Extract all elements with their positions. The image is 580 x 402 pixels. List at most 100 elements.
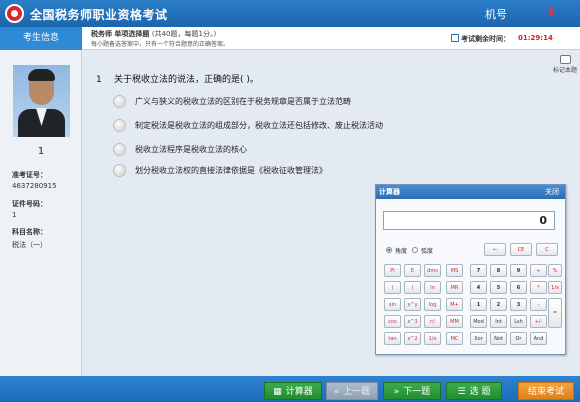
candidate-info-tab[interactable]: 考生信息	[0, 27, 82, 50]
question-type-note: (共40题，每题1分。)	[151, 30, 217, 38]
option-radio[interactable]	[113, 164, 126, 177]
key-and[interactable]: And	[530, 332, 547, 345]
timer-checkbox[interactable]	[451, 34, 459, 42]
key-cos[interactable]: cos	[384, 315, 401, 328]
key-reciprocal[interactable]: 1/x	[548, 281, 562, 294]
key-dms[interactable]: dms	[424, 264, 441, 277]
finish-exam-button[interactable]: 结束考试	[518, 382, 574, 400]
radian-radio[interactable]	[412, 247, 418, 253]
option-text: 税收立法程序是税收立法的核心	[135, 145, 247, 154]
subject-label: 科目名称：	[12, 228, 47, 236]
key-2[interactable]: 2	[490, 298, 507, 311]
next-question-button[interactable]: » 下一题	[383, 382, 441, 400]
key-inverse[interactable]: 1/x	[424, 332, 441, 345]
timer-label: 考试剩余时间：	[461, 35, 510, 43]
key-or[interactable]: Or	[510, 332, 527, 345]
question-stem: 1 关于税收立法的说法，正确的是( )。	[96, 72, 259, 85]
key-xpowy[interactable]: x^y	[404, 298, 421, 311]
top-bar: 全国税务师职业资格考试 机号 1	[0, 0, 580, 27]
key-sin[interactable]: sin	[384, 298, 401, 311]
key-tan[interactable]: tan	[384, 332, 401, 345]
option-radio[interactable]	[113, 95, 126, 108]
option-radio[interactable]	[113, 143, 126, 156]
exam-logo-icon	[5, 4, 24, 23]
key-pi[interactable]: PI	[384, 264, 401, 277]
key-rparen[interactable]: )	[404, 281, 421, 294]
answer-option[interactable]: 划分税收立法权的直接法律依据是《税收征收管理法》	[113, 163, 327, 178]
sub-header: 考生信息 税务师 单项选择题 (共40题，每题1分。) 每小题备选答案中，只有一…	[0, 27, 580, 74]
key-multiply[interactable]: *	[530, 281, 547, 294]
key-divide[interactable]: ÷	[530, 264, 547, 277]
candidate-number: 1	[37, 146, 45, 157]
radian-label: 弧度	[421, 248, 434, 255]
double-chevron-left-icon: «	[333, 387, 340, 397]
question-type-label: 税务师 单项选择题	[91, 30, 150, 38]
key-3[interactable]: 3	[510, 298, 527, 311]
question-number: 1	[96, 75, 102, 85]
key-mc[interactable]: MC	[446, 332, 463, 345]
calculator-display: 0	[383, 211, 555, 230]
id-value: 1	[12, 211, 17, 219]
key-xor[interactable]: Xor	[470, 332, 487, 345]
key-log[interactable]: log	[424, 298, 441, 311]
calculator-window[interactable]: 计算器 关闭 0 角度 弧度 ← CE C PI E dms MS 7 8 9 ÷…	[375, 184, 566, 355]
question-instruction: 每小题备选答案中，只有一个符合题意的正确答案。	[91, 41, 230, 48]
question-type: 税务师 单项选择题 (共40题，每题1分。)	[91, 29, 216, 39]
key-6[interactable]: 6	[510, 281, 527, 294]
key-e[interactable]: E	[404, 264, 421, 277]
key-percent[interactable]: %	[548, 264, 562, 277]
subject-value: 税法（一）	[12, 241, 47, 249]
key-factorial[interactable]: n!	[424, 315, 441, 328]
calculator-title-bar[interactable]: 计算器 关闭	[376, 185, 565, 199]
key-mplus[interactable]: M+	[446, 298, 463, 311]
key-int[interactable]: Int	[490, 315, 507, 328]
mark-question-checkbox[interactable]	[560, 55, 571, 64]
id-label: 证件号码：	[12, 200, 47, 208]
double-chevron-right-icon: »	[393, 387, 400, 397]
key-not[interactable]: Not	[490, 332, 507, 345]
mark-question-label: 标记本题	[553, 67, 578, 74]
key-lparen[interactable]: (	[384, 281, 401, 294]
key-4[interactable]: 4	[470, 281, 487, 294]
select-button-label: 选 题	[469, 387, 491, 397]
key-x2[interactable]: x^2	[404, 332, 421, 345]
key-mr[interactable]: MR	[446, 281, 463, 294]
option-radio[interactable]	[113, 119, 126, 132]
key-backspace[interactable]: ←	[484, 243, 506, 256]
key-ce[interactable]: CE	[510, 243, 532, 256]
option-text: 制定税法是税收立法的组成部分，税收立法还包括修改、废止税法活动	[135, 121, 383, 130]
key-7[interactable]: 7	[470, 264, 487, 277]
admission-value: 4637280915	[12, 182, 57, 190]
key-mod[interactable]: Mod	[470, 315, 487, 328]
select-question-button[interactable]: ☰ 选 题	[446, 382, 502, 400]
key-x3[interactable]: x^3	[404, 315, 421, 328]
key-lsh[interactable]: Lsh	[510, 315, 527, 328]
answer-option[interactable]: 税收立法程序是税收立法的核心	[113, 142, 247, 157]
key-9[interactable]: 9	[510, 264, 527, 277]
answer-option[interactable]: 制定税法是税收立法的组成部分，税收立法还包括修改、废止税法活动	[113, 118, 383, 133]
calculator-button[interactable]: ▦ 计算器	[264, 382, 322, 400]
photo-hair	[28, 69, 55, 81]
option-text: 划分税收立法权的直接法律依据是《税收征收管理法》	[135, 166, 327, 175]
key-8[interactable]: 8	[490, 264, 507, 277]
prev-question-button[interactable]: «上一题	[326, 382, 378, 400]
app-title: 全国税务师职业资格考试	[30, 8, 168, 22]
candidate-panel: 1 准考证号： 4637280915 证件号码： 1 科目名称： 税法（一）	[0, 50, 82, 376]
key-mm[interactable]: MM	[446, 315, 463, 328]
key-ln[interactable]: ln	[424, 281, 441, 294]
key-minus[interactable]: -	[530, 298, 547, 311]
key-5[interactable]: 5	[490, 281, 507, 294]
seat-label: 机号	[485, 8, 507, 21]
calculator-close-button[interactable]: 关闭	[545, 185, 559, 199]
prev-button-label: 上一题	[343, 387, 371, 397]
key-1[interactable]: 1	[470, 298, 487, 311]
calculator-button-label: 计算器	[285, 387, 313, 397]
key-equals[interactable]: =	[548, 298, 562, 328]
key-plusminus[interactable]: +/-	[530, 315, 547, 328]
key-ms[interactable]: MS	[446, 264, 463, 277]
degree-radio[interactable]	[386, 247, 392, 253]
seat-number: 1	[547, 5, 556, 19]
answer-option[interactable]: 广义与狭义的税收立法的区别在于税务规章是否属于立法范畴	[113, 94, 351, 109]
admission-label: 准考证号：	[12, 171, 47, 179]
key-c[interactable]: C	[536, 243, 558, 256]
